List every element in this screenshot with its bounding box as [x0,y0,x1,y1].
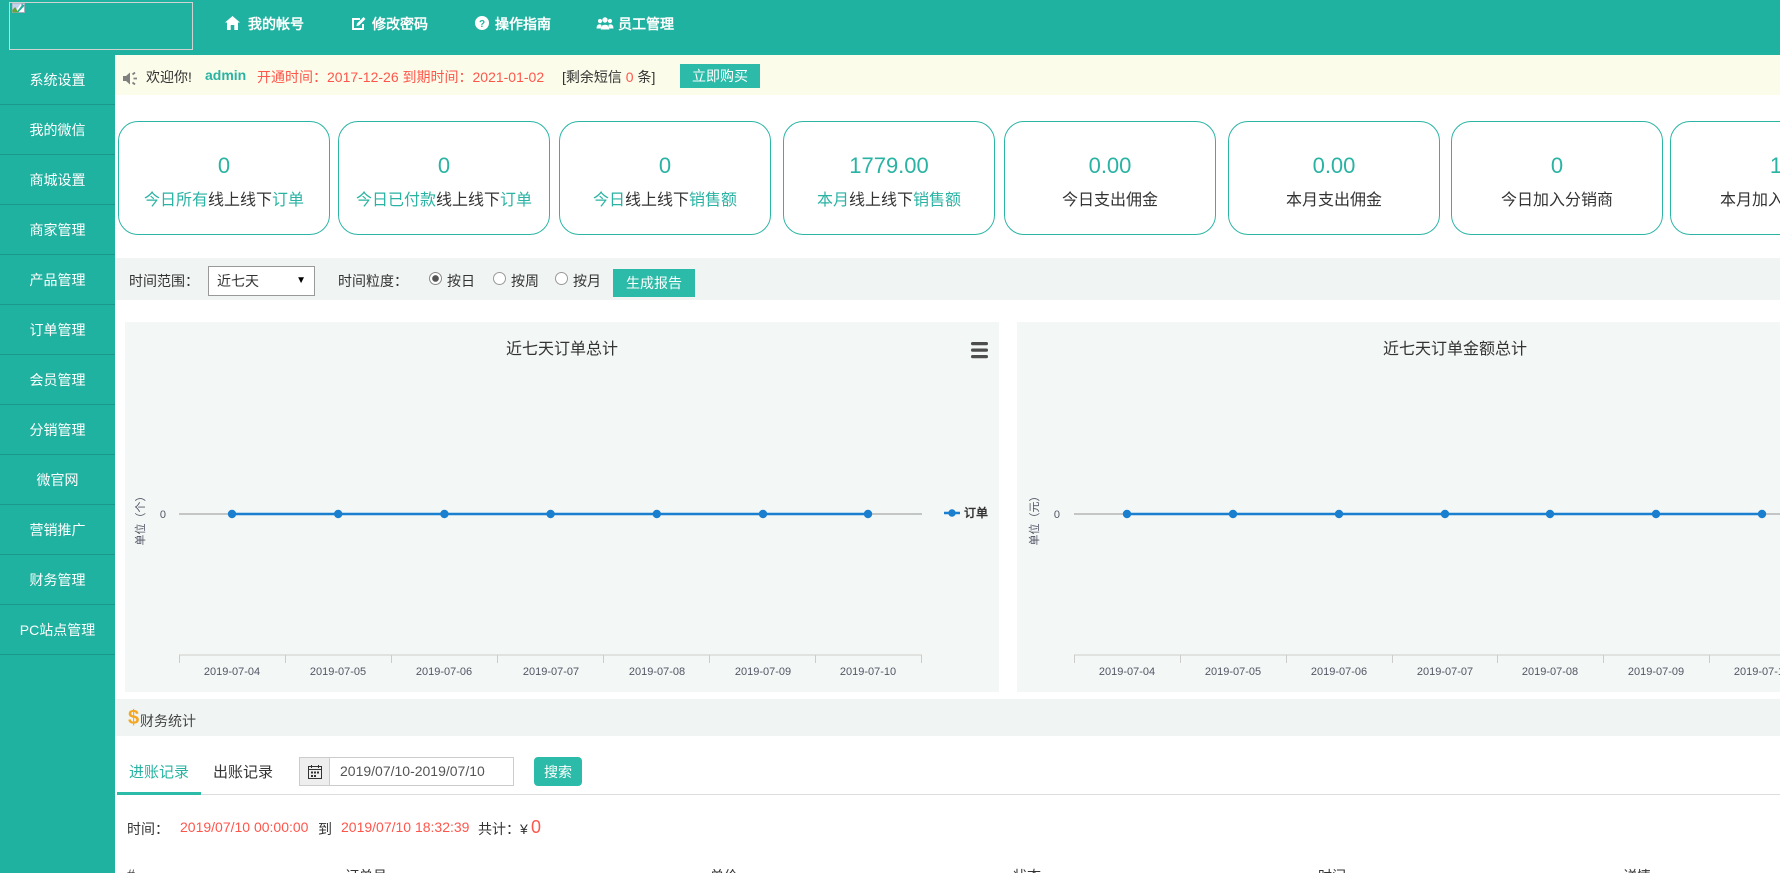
svg-text:2019-07-04: 2019-07-04 [1099,666,1155,678]
svg-text:单位（个）: 单位（个） [133,491,147,546]
svg-text:2019-07-06: 2019-07-06 [1311,666,1367,678]
svg-text:订单: 订单 [964,505,988,520]
svg-text:2019-07-05: 2019-07-05 [310,666,366,678]
svg-text:2019-07-08: 2019-07-08 [1522,666,1578,678]
svg-text:2019-07-10: 2019-07-10 [840,666,896,678]
svg-text:2019-07-07: 2019-07-07 [1417,666,1473,678]
svg-text:近七天订单总计: 近七天订单总计 [506,340,618,358]
svg-text:2019-07-06: 2019-07-06 [416,666,472,678]
svg-text:0: 0 [1054,509,1060,521]
svg-text:近七天订单金额总计: 近七天订单金额总计 [1383,340,1527,358]
svg-text:0: 0 [160,509,166,521]
svg-text:单位（元）: 单位（元） [1027,491,1041,546]
svg-text:2019-07-09: 2019-07-09 [735,666,791,678]
svg-text:2019-07-08: 2019-07-08 [629,666,685,678]
svg-text:2019-07-07: 2019-07-07 [523,666,579,678]
svg-text:2019-07-10: 2019-07-10 [1734,666,1780,678]
svg-text:2019-07-09: 2019-07-09 [1628,666,1684,678]
svg-text:2019-07-05: 2019-07-05 [1205,666,1261,678]
svg-text:?: ? [479,19,485,30]
svg-text:2019-07-04: 2019-07-04 [204,666,260,678]
